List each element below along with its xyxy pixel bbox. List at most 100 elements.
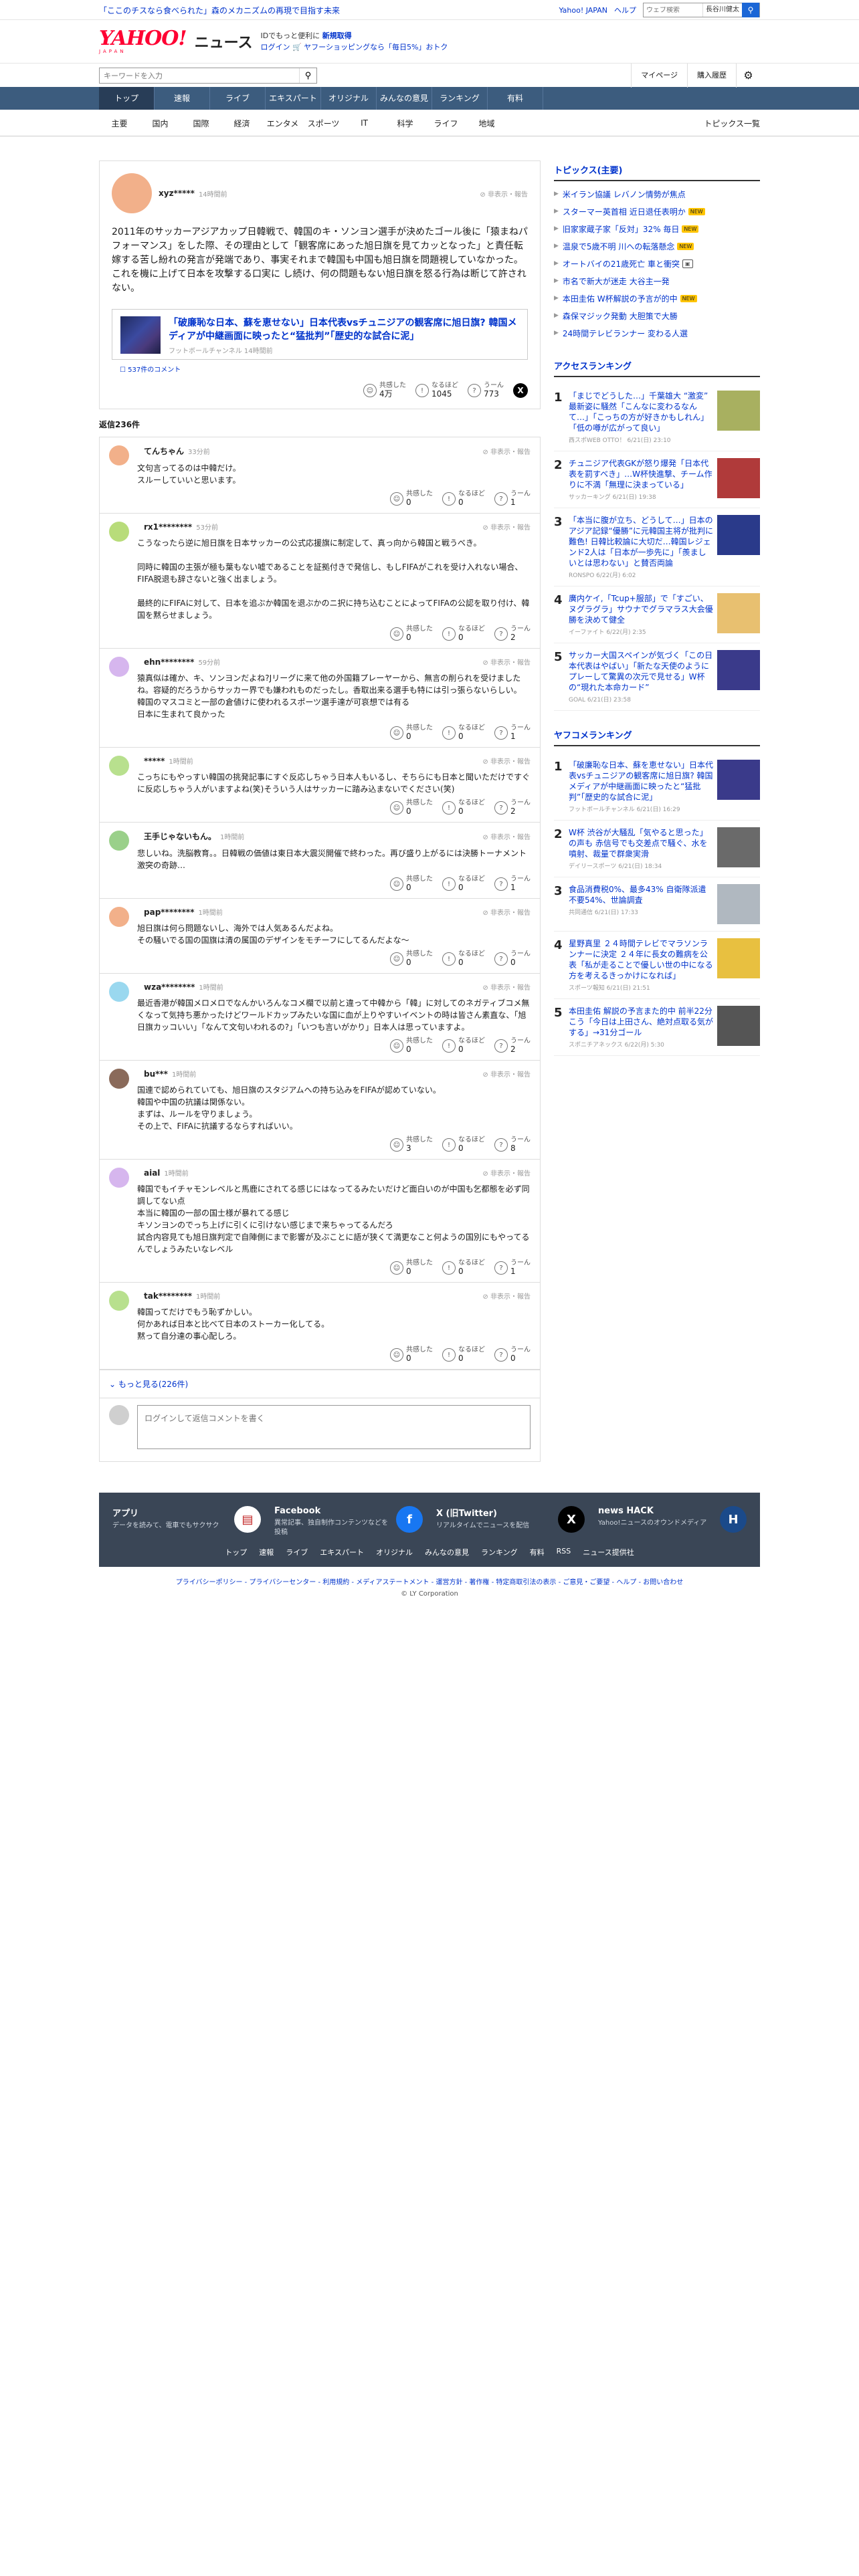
topic-item[interactable]: ▶ 森保マジック発動 大胆策で大勝 [554,307,760,324]
ranking-item[interactable]: 5 サッカー大国スペインが気づく「この日本代表はやばい」「新たな天使のようにプレー… [554,643,760,711]
footer-link-2[interactable]: ライブ [286,1547,308,1558]
reply-user[interactable]: pap******** [144,907,194,917]
ranking-title[interactable]: W杯 渋谷が大騒乱「気やると思った」の声も 赤信号でも交差点で騒ぐ、水を噴射、裁… [569,827,713,859]
tab-1[interactable]: 速報 [155,87,210,110]
reply-user[interactable]: てんちゃん [144,445,184,457]
yahoo-japan-link[interactable]: Yahoo! JAPAN [559,6,607,15]
tab-3[interactable]: エキスパート [266,87,321,110]
yafoo-ranking-title[interactable]: ヤフコメランキング [554,726,760,746]
topic-title[interactable]: オートバイの21歳死亡 車と衝突 [563,258,680,270]
hmm-button[interactable]: ? うーん 2 [494,1037,531,1055]
hmm-button[interactable]: ? うーん 0 [494,950,531,968]
tab-4[interactable]: オリジナル [321,87,377,110]
hmm-button[interactable]: ? うーん 773 [468,382,504,399]
hmm-button[interactable]: ? うーん 1 [494,875,531,893]
ranking-item[interactable]: 4 星野真里 ２４時間テレビでマラソンランナーに決定 ２４年に長女の難病を公表「私… [554,932,760,999]
hide-report-link[interactable]: ⊘ 非表示・報告 [482,756,531,766]
footer-link-3[interactable]: エキスパート [320,1547,364,1558]
topic-item[interactable]: ▶ 旧家家蔵子家「反対」32% 毎日 NEW [554,220,760,237]
category-3[interactable]: 経済 [221,118,262,129]
reply-user[interactable]: 王手じゃないもん。 [144,831,216,842]
footer-link-8[interactable]: RSS [557,1547,571,1558]
topic-item[interactable]: ▶ 本田圭佑 W杯解説の予言が的中 NEW [554,290,760,307]
hide-report-link[interactable]: ⊘ 非表示・報告 [482,1291,531,1301]
topic-title[interactable]: 24時間テレビランナー 変わる人選 [563,328,688,339]
article-title[interactable]: 「破廉恥な日本、蘇を恵せない」日本代表vsチュニジアの観客席に旭日旗? 韓国メデ… [169,316,519,343]
insight-button[interactable]: ! なるほど 0 [442,625,485,643]
mypage-button[interactable]: マイページ [631,64,687,88]
insight-button[interactable]: ! なるほど 0 [442,490,485,508]
reply-user[interactable]: ***** [144,756,165,766]
ranking-item[interactable]: 3 「本当に腹が立ち、どうして…」日本のアジア記録“優勝”に元韓国主将が批判に難色… [554,508,760,586]
insight-button[interactable]: ! なるほど 0 [442,799,485,817]
footer-link-9[interactable]: ニュース提供社 [583,1547,634,1558]
purchase-history-button[interactable]: 購入履歴 [687,64,736,88]
hmm-button[interactable]: ? うーん 2 [494,625,531,643]
empathy-button[interactable]: ☺ 共感した 4万 [363,382,406,399]
empathy-button[interactable]: ☺ 共感した 0 [390,799,433,817]
ranking-item[interactable]: 2 チュニジア代表GKが怒り爆発「日本代表を罰すべき」…W杯快進撃、チーム作りに不… [554,451,760,508]
ranking-title[interactable]: 「破廉恥な日本、蘇を恵せない」日本代表vsチュニジアの観客席に旭日旗? 韓国メデ… [569,760,713,802]
ranking-item[interactable]: 1 「破廉恥な日本、蘇を恵せない」日本代表vsチュニジアの観客席に旭日旗? 韓国メ… [554,753,760,821]
ranking-title[interactable]: 廣内ケイ,「Tcup+服部」で「すごい、ヌグラグラ」サウナでグラマラス大会優勝を… [569,593,713,625]
topic-item[interactable]: ▶ 24時間テレビランナー 変わる人選 [554,324,760,342]
category-6[interactable]: IT [344,118,385,128]
ranking-title[interactable]: サッカー大国スペインが気づく「この日本代表はやばい」「新たな天使のようにプレーし… [569,650,713,693]
web-search-button[interactable]: ⚲ [742,3,759,17]
topic-title[interactable]: 米イラン協議 レバノン情勢が焦点 [563,189,686,200]
footer-app-1[interactable]: Facebook 異常記事、独自制作コンテンツなどを投稿 f [274,1506,423,1537]
category-1[interactable]: 国内 [140,118,181,129]
insight-button[interactable]: ! なるほど 1045 [415,382,458,399]
hmm-button[interactable]: ? うーん 2 [494,799,531,817]
insight-button[interactable]: ! なるほど 0 [442,875,485,893]
empathy-button[interactable]: ☺ 共感した 0 [390,625,433,643]
all-topics-link[interactable]: トピックス一覧 [704,118,760,129]
ranking-item[interactable]: 2 W杯 渋谷が大騒乱「気やると思った」の声も 赤信号でも交差点で騒ぐ、水を噴射、… [554,821,760,877]
tab-7[interactable]: 有料 [488,87,543,110]
empathy-button[interactable]: ☺ 共感した 0 [390,875,433,893]
news-logo-text[interactable]: ニュース [195,31,253,52]
more-replies-link[interactable]: ⌄ もっと見る(226件) [99,1370,541,1398]
footer-app-2[interactable]: X (旧Twitter) リアルタイムでニュースを配信 X [436,1506,585,1537]
topic-item[interactable]: ▶ 市名で新大が迷走 大谷主一発 [554,272,760,290]
hide-report-link[interactable]: ⊘ 非表示・報告 [480,189,528,199]
hmm-button[interactable]: ? うーん 8 [494,1136,531,1154]
topic-item[interactable]: ▶ 米イラン協議 レバノン情勢が焦点 [554,185,760,203]
hmm-button[interactable]: ? うーん 1 [494,724,531,742]
topic-item[interactable]: ▶ オートバイの21歳死亡 車と衝突 ▣ [554,255,760,272]
reply-user[interactable]: wza******** [144,982,195,992]
promo-link[interactable]: 「ここのチスなら食べられた」森のメカニズムの再現で目指す未来 [99,5,340,16]
category-0[interactable]: 主要 [99,118,140,129]
ranking-title[interactable]: 「まじでどうした…」千葉雄大 “激変” 最新姿に騒然「こんなに変わるなんて…」「… [569,391,713,433]
ranking-title[interactable]: 星野真里 ２４時間テレビでマラソンランナーに決定 ２４年に長女の難病を公表「私が… [569,938,713,981]
topic-title[interactable]: 市名で新大が迷走 大谷主一発 [563,276,670,287]
x-share-icon[interactable]: X [513,383,528,398]
linked-article[interactable]: 「破廉恥な日本、蘇を恵せない」日本代表vsチュニジアの観客席に旭日旗? 韓国メデ… [112,309,528,360]
footer-link-4[interactable]: オリジナル [376,1547,413,1558]
footer-link-6[interactable]: ランキング [481,1547,518,1558]
topic-item[interactable]: ▶ 温泉で5歳不明 川への転落懸念 NEW [554,237,760,255]
insight-button[interactable]: ! なるほど 0 [442,1037,485,1055]
ranking-item[interactable]: 1 「まじでどうした…」千葉雄大 “激変” 最新姿に騒然「こんなに変わるなんて…」… [554,384,760,451]
insight-button[interactable]: ! なるほど 0 [442,724,485,742]
access-ranking-title[interactable]: アクセスランキング [554,356,760,377]
article-comments-link[interactable]: ☐ 537件のコメント [120,364,528,374]
keyword-search-button[interactable]: ⚲ [299,68,316,83]
topic-title[interactable]: 温泉で5歳不明 川への転落懸念 [563,241,674,252]
hmm-button[interactable]: ? うーん 1 [494,490,531,508]
tab-0[interactable]: トップ [99,87,155,110]
ranking-item[interactable]: 5 本田圭佑 解説の予言また的中 前半22分こう「今日は上田さん、絶対点取る気がす… [554,999,760,1056]
hmm-button[interactable]: ? うーん 0 [494,1346,531,1364]
hide-report-link[interactable]: ⊘ 非表示・報告 [482,1069,531,1079]
hide-report-link[interactable]: ⊘ 非表示・報告 [482,657,531,667]
footer-link-0[interactable]: トップ [225,1547,247,1558]
empathy-button[interactable]: ☺ 共感した 0 [390,724,433,742]
tab-6[interactable]: ランキング [432,87,488,110]
hide-report-link[interactable]: ⊘ 非表示・報告 [482,1168,531,1178]
tab-2[interactable]: ライブ [210,87,266,110]
hide-report-link[interactable]: ⊘ 非表示・報告 [482,907,531,917]
hide-report-link[interactable]: ⊘ 非表示・報告 [482,522,531,532]
footer-link-5[interactable]: みんなの意見 [425,1547,469,1558]
category-5[interactable]: スポーツ [303,118,344,129]
hide-report-link[interactable]: ⊘ 非表示・報告 [482,831,531,841]
